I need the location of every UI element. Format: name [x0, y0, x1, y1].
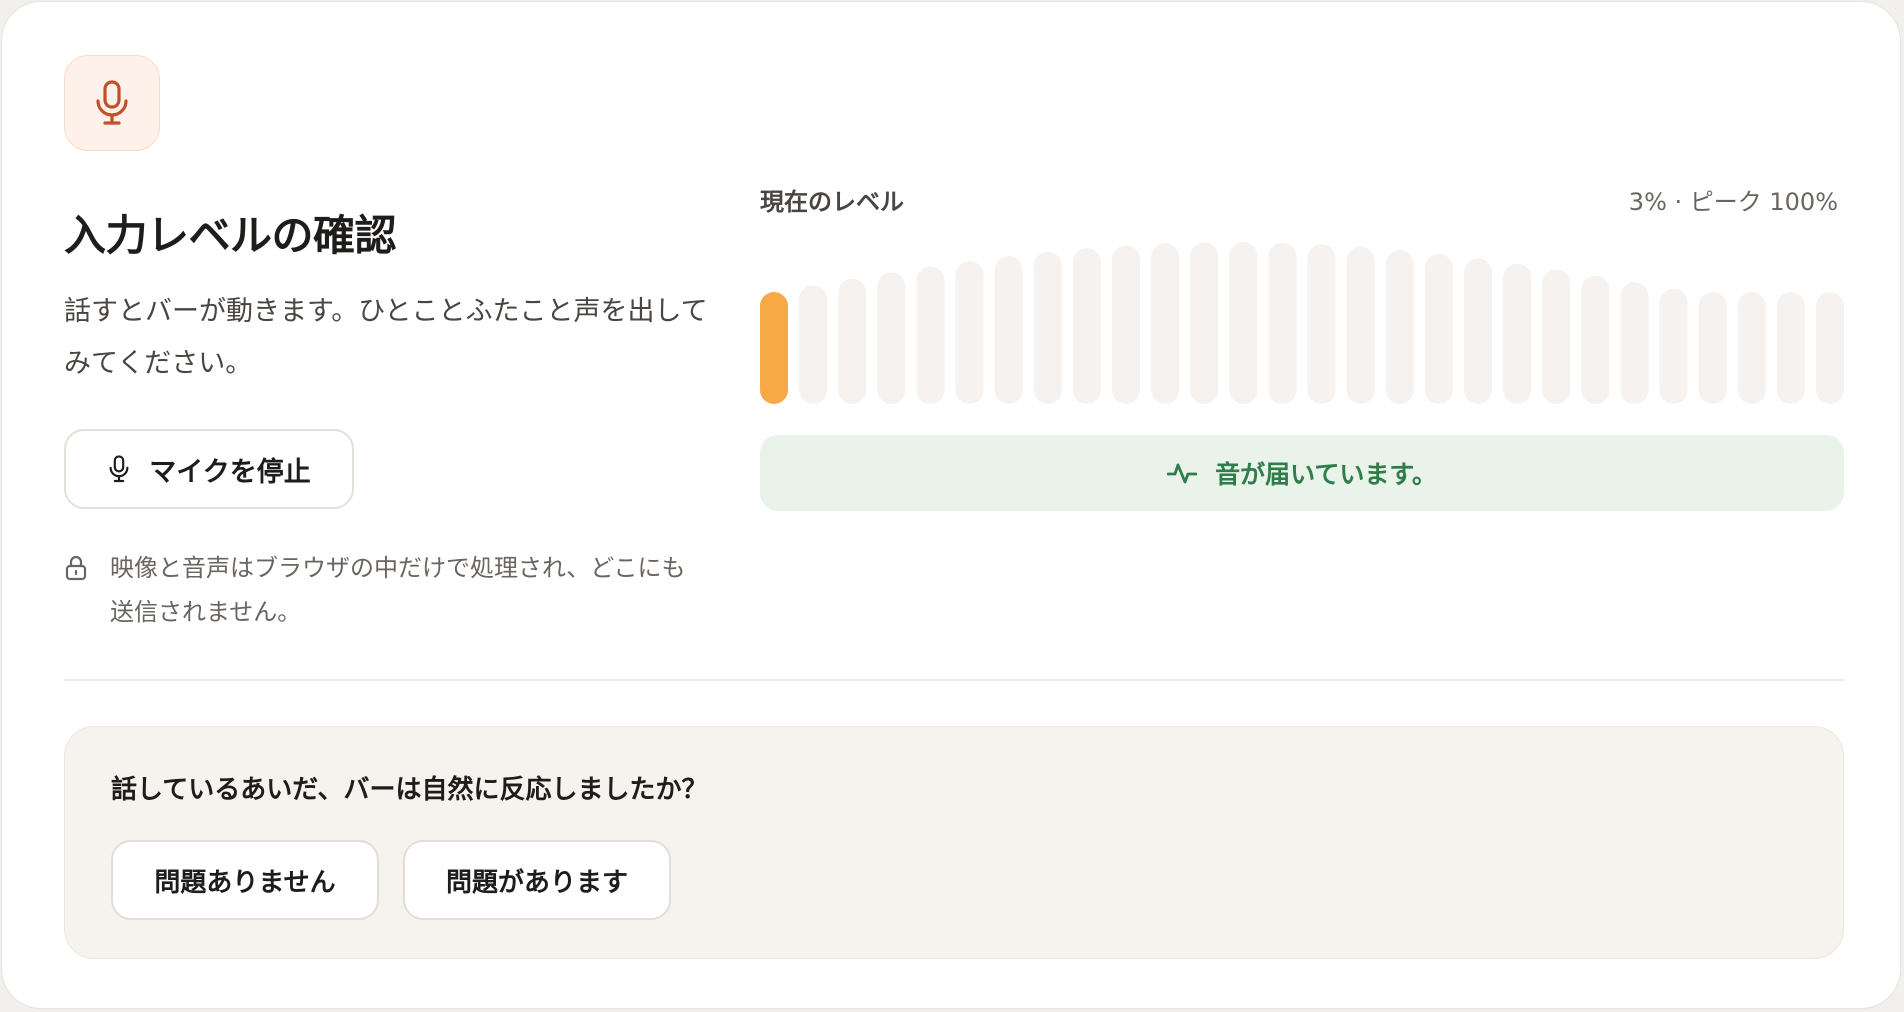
microphone-icon	[96, 80, 128, 125]
level-bar	[1033, 251, 1062, 404]
level-bar	[799, 285, 828, 404]
microphone-icon	[109, 455, 129, 483]
has-problem-button[interactable]: 問題があります	[403, 840, 671, 920]
level-bar	[1190, 242, 1219, 404]
privacy-text: 映像と音声はブラウザの中だけで処理され、どこにも送信されません。	[110, 554, 686, 626]
level-meter	[760, 242, 1844, 404]
level-bar	[1620, 282, 1649, 404]
level-bar	[994, 256, 1023, 404]
stop-mic-label: マイクを停止	[149, 456, 311, 488]
activity-icon	[1167, 463, 1198, 484]
level-bar	[1385, 249, 1414, 404]
stop-mic-button[interactable]: マイクを停止	[64, 429, 354, 509]
level-bar	[1229, 242, 1258, 404]
level-bar	[1307, 244, 1336, 404]
level-bar	[1503, 263, 1532, 404]
lock-icon	[65, 555, 87, 581]
level-bar	[1659, 288, 1688, 404]
no-problem-button[interactable]: 問題ありません	[111, 840, 379, 920]
feedback-question: 話しているあいだ、バーは自然に反応しましたか？	[111, 775, 708, 805]
mic-badge	[64, 55, 160, 151]
privacy-note: 映像と音声はブラウザの中だけで処理され、どこにも送信されません。	[64, 546, 704, 634]
level-bar	[955, 260, 984, 404]
level-bar	[877, 272, 906, 404]
level-bar	[1072, 248, 1101, 404]
feedback-panel: 話しているあいだ、バーは自然に反応しましたか？ 問題ありません 問題があります	[64, 726, 1844, 959]
page-title: 入力レベルの確認	[64, 211, 397, 260]
level-bar	[1698, 292, 1727, 404]
page-description: 話すとバーが動きます。ひとことふたこと声を出してみてください。	[64, 296, 708, 379]
level-bar	[1346, 246, 1375, 404]
level-bar-active	[760, 292, 788, 404]
level-bar	[1151, 243, 1180, 404]
mic-check-card: 入力レベルの確認 話すとバーが動きます。ひとことふたこと声を出してみてください。…	[1, 1, 1901, 1009]
divider	[64, 679, 1844, 681]
level-bar	[1581, 275, 1610, 404]
level-bar	[1816, 292, 1844, 404]
level-bar	[1268, 242, 1297, 404]
level-readout: 3% · ピーク 100%	[1628, 188, 1838, 216]
status-banner: 音が届いています。	[760, 435, 1844, 511]
level-bar	[838, 278, 867, 404]
level-bar	[1737, 292, 1766, 404]
level-bar	[1776, 292, 1805, 404]
level-bar	[1112, 245, 1140, 404]
level-bar	[1542, 269, 1571, 404]
level-bar	[1464, 258, 1492, 404]
level-bar	[916, 266, 945, 404]
level-bar	[1424, 253, 1453, 404]
status-text: 音が届いています。	[1215, 460, 1437, 489]
level-label: 現在のレベル	[760, 188, 904, 216]
